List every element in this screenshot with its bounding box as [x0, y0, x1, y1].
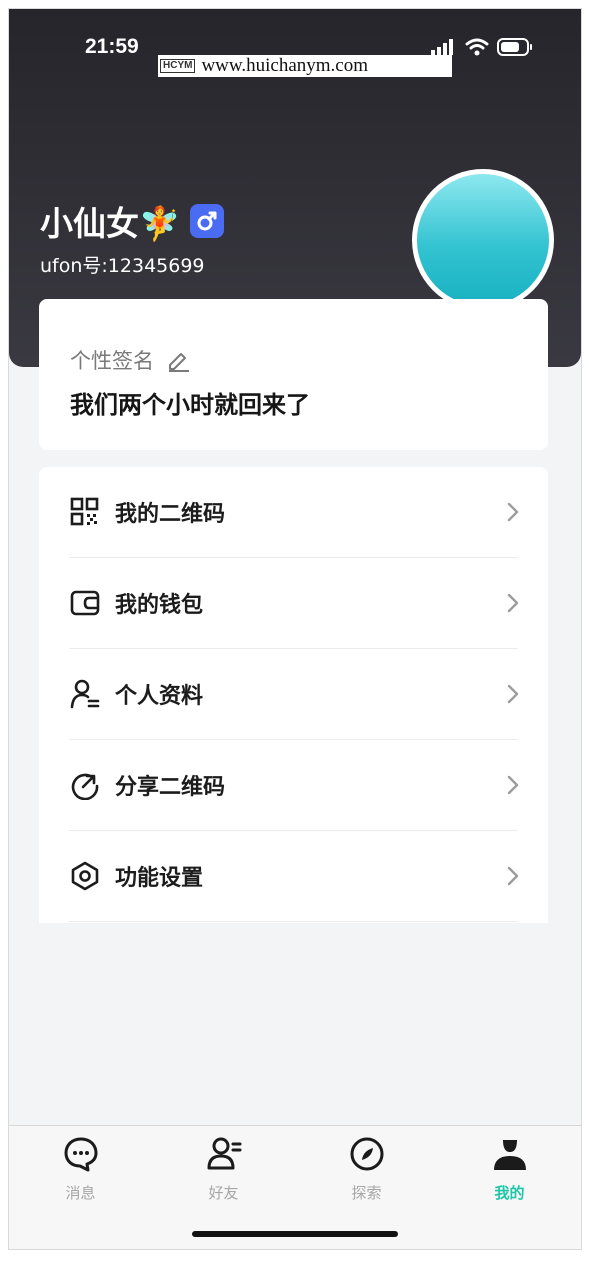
chevron-right-icon: [507, 593, 519, 613]
watermark: HCYM www.huichanym.com: [158, 55, 452, 77]
menu-item-label: 我的二维码: [115, 502, 226, 527]
tab-label: 探索: [351, 1184, 382, 1202]
watermark-text: www.huichanym.com: [201, 55, 369, 76]
share-icon: [71, 773, 99, 800]
personal-info-icon: [70, 679, 100, 709]
tab-label: 消息: [65, 1184, 96, 1202]
status-time: 21:59: [85, 35, 139, 58]
signature-card[interactable]: 个性签名 我们两个小时就回来了: [39, 299, 548, 450]
menu-item-qr-code[interactable]: 我的二维码: [39, 467, 548, 558]
menu-item-label: 我的钱包: [115, 593, 204, 618]
qr-code-icon: [70, 497, 99, 526]
signature-text: 我们两个小时就回来了: [70, 391, 310, 419]
status-icons: [431, 37, 533, 57]
watermark-logo: HCYM: [160, 59, 196, 73]
wifi-icon: [465, 38, 489, 56]
user-id: ufon号:12345699: [40, 255, 205, 277]
compass-icon: [350, 1137, 384, 1171]
chevron-right-icon: [507, 775, 519, 795]
tab-me[interactable]: 我的: [438, 1126, 581, 1206]
menu-item-label: 个人资料: [115, 684, 204, 709]
tab-explore[interactable]: 探索: [295, 1126, 438, 1206]
settings-hexagon-icon: [71, 861, 99, 891]
home-indicator: [192, 1231, 398, 1237]
battery-icon: [497, 38, 532, 56]
chevron-right-icon: [507, 684, 519, 704]
menu-list: 我的二维码 我的钱包 个人资料 分享二维码 功能设置: [39, 467, 548, 923]
tab-messages[interactable]: 消息: [9, 1126, 152, 1206]
menu-item-label: 功能设置: [115, 866, 204, 891]
tab-friends[interactable]: 好友: [152, 1126, 295, 1206]
avatar[interactable]: [412, 169, 554, 311]
chevron-right-icon: [507, 502, 519, 522]
friends-icon: [207, 1137, 242, 1170]
menu-item-share-qr[interactable]: 分享二维码: [39, 740, 548, 831]
tab-label: 好友: [208, 1184, 239, 1202]
edit-pencil-icon[interactable]: [166, 348, 190, 372]
profile-name-row: 小仙女🧚: [40, 197, 225, 245]
signature-label: 个性签名: [70, 349, 154, 373]
user-profile-icon: [494, 1140, 526, 1170]
tab-label: 我的: [494, 1184, 525, 1202]
wallet-icon: [70, 590, 100, 616]
signal-icon: [431, 39, 453, 55]
signature-label-row: 个性签名: [70, 345, 190, 375]
menu-item-wallet[interactable]: 我的钱包: [39, 558, 548, 649]
divider: [69, 921, 518, 922]
chevron-right-icon: [507, 866, 519, 886]
menu-item-personal-info[interactable]: 个人资料: [39, 649, 548, 740]
app-screen: 21:59 HCYM www.huichanym.com 小仙女🧚 ufon号:…: [8, 8, 582, 1250]
menu-item-label: 分享二维码: [115, 775, 226, 800]
profile-name: 小仙女🧚: [40, 204, 181, 243]
male-icon: [190, 204, 225, 238]
menu-item-settings[interactable]: 功能设置: [39, 831, 548, 922]
message-bubble-icon: [64, 1137, 98, 1172]
